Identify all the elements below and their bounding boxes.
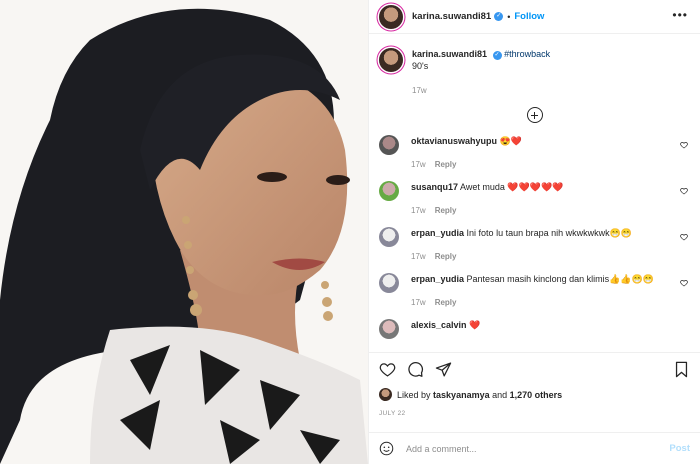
author-avatar[interactable]: [379, 4, 403, 29]
post-date[interactable]: JULY 22: [379, 410, 405, 417]
smiley-icon[interactable]: [379, 441, 394, 456]
caption-hashtag[interactable]: #throwback: [504, 49, 550, 59]
caption-username[interactable]: karina.suwandi81: [412, 49, 487, 59]
commenter-avatar[interactable]: [379, 273, 399, 293]
caption-time[interactable]: 17w: [412, 85, 550, 97]
comment-username[interactable]: oktavianuswahyupu: [411, 136, 497, 146]
follow-button[interactable]: Follow: [514, 11, 544, 22]
comment-item: erpan_yudia Pantesan masih kinclong dan …: [379, 273, 690, 309]
heart-icon[interactable]: [680, 279, 688, 287]
likes-prefix: Liked by: [397, 389, 431, 400]
post-header: karina.suwandi81 ✓ • Follow •••: [369, 0, 700, 34]
comment-time[interactable]: 17w: [411, 298, 426, 307]
comment-username[interactable]: susanqu17: [411, 182, 458, 192]
plus-circle-icon[interactable]: [526, 107, 543, 123]
commenter-avatar[interactable]: [379, 227, 399, 247]
reply-button[interactable]: Reply: [435, 206, 457, 215]
caption-avatar[interactable]: [379, 48, 403, 72]
comment-bubble-icon[interactable]: [407, 361, 424, 378]
comments-section[interactable]: karina.suwandi81 ✓ #throwback 90's 17w o…: [369, 34, 700, 352]
heart-icon[interactable]: [680, 187, 688, 195]
commenter-avatar[interactable]: [379, 135, 399, 155]
comment-username[interactable]: alexis_calvin: [411, 320, 467, 330]
verified-badge-icon: ✓: [492, 51, 502, 60]
header-separator: •: [507, 11, 511, 22]
reply-button[interactable]: Reply: [435, 298, 457, 307]
heart-icon[interactable]: [680, 141, 688, 149]
liker-username[interactable]: taskyanamya: [433, 390, 490, 400]
heart-icon[interactable]: [379, 361, 396, 378]
add-comment-input[interactable]: [406, 443, 646, 454]
comment-username[interactable]: erpan_yudia: [411, 228, 464, 238]
comment-username[interactable]: erpan_yudia: [411, 274, 464, 284]
comment-text: Awet muda ❤️❤️❤️❤️❤️: [460, 182, 564, 192]
caption: karina.suwandi81 ✓ #throwback 90's 17w: [379, 48, 690, 97]
instagram-post: karina.suwandi81 ✓ • Follow ••• karina.s…: [0, 0, 700, 464]
caption-body: karina.suwandi81 ✓ #throwback 90's 17w: [412, 48, 550, 97]
comment-time[interactable]: 17w: [411, 206, 426, 215]
author-username[interactable]: karina.suwandi81: [412, 11, 491, 22]
action-bar: [369, 352, 700, 386]
likes-summary: Liked by taskyanamya and 1,270 others: [379, 388, 562, 401]
portrait-image: [0, 0, 368, 464]
commenter-avatar[interactable]: [379, 181, 399, 201]
paper-plane-icon[interactable]: [435, 361, 452, 378]
comment-item: oktavianuswahyupu 😍❤️ 17w Reply: [379, 135, 690, 171]
reply-button[interactable]: Reply: [435, 252, 457, 261]
comment-time[interactable]: 17w: [411, 160, 426, 169]
comment-text: 😍❤️: [499, 136, 522, 146]
comment-text: Ini foto lu taun brapa nih wkwkwkwk😁😁: [466, 228, 633, 238]
liker-avatar[interactable]: [379, 388, 392, 401]
commenter-avatar[interactable]: [379, 319, 399, 339]
post-photo[interactable]: [0, 0, 368, 464]
post-side-panel: karina.suwandi81 ✓ • Follow ••• karina.s…: [368, 0, 700, 464]
comment-time[interactable]: 17w: [411, 252, 426, 261]
bookmark-icon[interactable]: [673, 361, 690, 378]
comment-item: susanqu17 Awet muda ❤️❤️❤️❤️❤️ 17w Reply: [379, 181, 690, 217]
likes-others-link[interactable]: 1,270 others: [510, 390, 563, 400]
caption-text: 90's: [412, 61, 429, 71]
likes-connector: and: [492, 389, 508, 400]
verified-badge-icon: ✓: [494, 12, 504, 21]
more-options-icon[interactable]: •••: [672, 9, 688, 21]
comment-text: ❤️: [469, 320, 481, 330]
comment-item: erpan_yudia Ini foto lu taun brapa nih w…: [379, 227, 690, 263]
reply-button[interactable]: Reply: [435, 160, 457, 169]
add-comment-bar: Post: [369, 432, 700, 464]
comment-item: alexis_calvin ❤️: [379, 319, 690, 339]
heart-icon[interactable]: [680, 233, 688, 241]
comment-text: Pantesan masih kinclong dan klimis👍👍😁😁: [466, 274, 654, 284]
post-comment-button[interactable]: Post: [669, 443, 690, 454]
